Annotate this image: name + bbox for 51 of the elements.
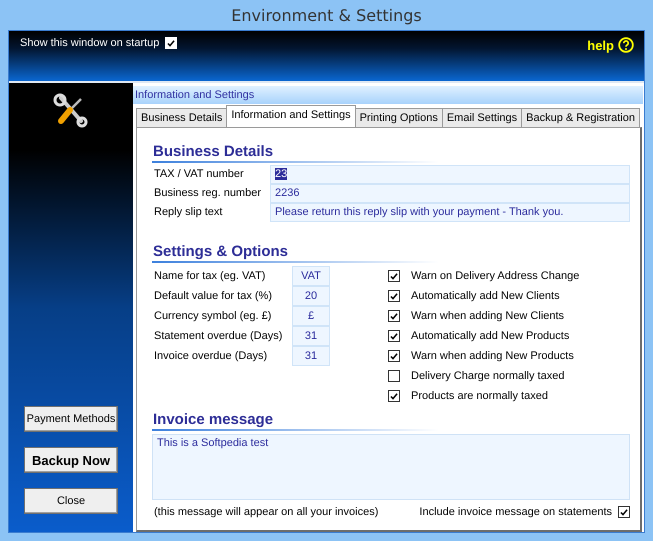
field-label: Statement overdue (Days) — [154, 330, 284, 342]
checkbox-label: Products are normally taxed — [411, 390, 548, 402]
input-field[interactable]: 23 — [270, 164, 630, 184]
checkbox[interactable] — [388, 350, 400, 362]
input-field[interactable]: 2236 — [270, 184, 630, 202]
section-heading: Invoice message — [152, 411, 631, 431]
field-label: Currency symbol (eg. £) — [154, 310, 272, 322]
section-heading: Settings & Options — [152, 243, 631, 263]
checkbox-label: Warn when adding New Products — [411, 350, 574, 362]
field-label: Invoice overdue (Days) — [154, 350, 268, 362]
checkbox[interactable] — [388, 310, 400, 322]
input-field[interactable]: VAT — [292, 266, 330, 286]
input-field[interactable]: 31 — [292, 346, 330, 366]
window-title: Environment & Settings — [231, 6, 422, 24]
help-icon — [618, 37, 634, 53]
checkbox[interactable] — [388, 270, 400, 282]
tab[interactable]: Business Details — [136, 108, 228, 127]
startup-label: Show this window on startup — [20, 37, 160, 49]
checkbox-label: Warn when adding New Clients — [411, 310, 564, 322]
checkbox-label: Warn on Delivery Address Change — [411, 270, 580, 282]
sidebar-button[interactable]: Payment Methods — [24, 406, 118, 432]
input-field[interactable]: Please return this reply slip with your payment - Thank you. — [270, 202, 630, 222]
message-textarea[interactable]: This is a Softpedia test — [152, 434, 630, 500]
checkbox[interactable] — [388, 290, 400, 302]
input-field[interactable]: 20 — [292, 286, 330, 306]
checkbox-label: Automatically add New Products — [411, 330, 570, 342]
field-label: Reply slip text — [154, 206, 224, 218]
field-label: Name for tax (eg. VAT) — [154, 270, 266, 282]
field-label: TAX / VAT number — [154, 168, 245, 180]
field-label: Default value for tax (%) — [154, 290, 273, 302]
help-link[interactable]: help — [587, 37, 634, 53]
include-checkbox[interactable] — [618, 506, 630, 518]
checkbox[interactable] — [388, 390, 400, 402]
checkbox[interactable] — [388, 370, 400, 382]
tools-icon — [53, 93, 89, 129]
panel-title: Information and Settings — [133, 86, 643, 104]
input-field[interactable]: £ — [292, 306, 330, 326]
checkbox-label: Automatically add New Clients — [411, 290, 560, 302]
tab[interactable]: Backup & Registration — [521, 108, 640, 127]
checkbox-label: Delivery Charge normally taxed — [411, 370, 564, 382]
field-label: Business reg. number — [154, 187, 262, 199]
checkbox[interactable] — [388, 330, 400, 342]
sidebar-button[interactable]: Backup Now — [24, 447, 118, 473]
section-heading: Business Details — [152, 143, 631, 163]
input-field[interactable]: 31 — [292, 326, 330, 346]
message-note: (this message will appear on all your invoices) — [154, 506, 378, 518]
startup-checkbox[interactable] — [165, 37, 178, 49]
tab[interactable]: Printing Options — [354, 108, 443, 127]
include-label: Include invoice message on statements — [419, 506, 612, 518]
tab[interactable]: Email Settings — [442, 108, 522, 127]
sidebar-button[interactable]: Close — [24, 488, 118, 514]
